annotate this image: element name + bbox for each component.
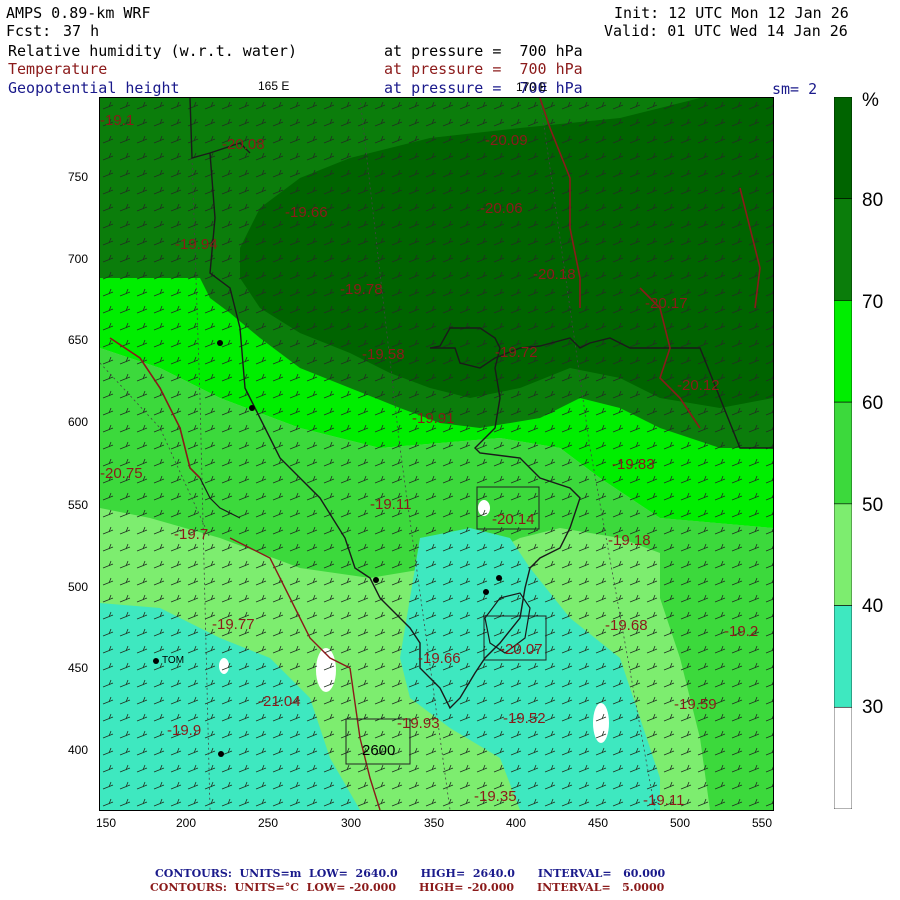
colorbar-band — [834, 401, 852, 505]
temp-label: -20.12 — [677, 377, 720, 394]
temp-label: -19.68 — [605, 617, 648, 634]
field-name-temperature: Temperature — [8, 60, 108, 78]
temp-label: -19.52 — [503, 710, 546, 727]
temp-label: -20.17 — [645, 295, 688, 312]
colorbar-label: 30 — [862, 697, 884, 718]
field-level-height: at pressure = 700 hPa — [384, 79, 583, 97]
field-level-temperature: at pressure = 700 hPa — [384, 60, 583, 78]
x-tick: 500 — [670, 816, 691, 830]
model-title: AMPS 0.89-km WRF — [6, 4, 151, 22]
temp-label: -19.93 — [397, 715, 440, 732]
footer-temperature-contours: CONTOURS: UNITS=°C LOW= -20.000 HIGH= -2… — [150, 881, 665, 894]
x-tick: 350 — [424, 816, 445, 830]
colorbar-label: 50 — [862, 495, 884, 516]
valid-time: Valid: 01 UTC Wed 14 Jan 26 — [604, 22, 848, 40]
station-dot-1 — [217, 340, 223, 346]
temp-label: -19.66 — [285, 204, 328, 221]
temp-label: -20.06 — [480, 200, 523, 217]
y-tick: 500 — [68, 580, 89, 594]
colorbar-band — [834, 300, 852, 403]
temp-label: -19.58 — [362, 346, 405, 363]
temp-label: -21.04 — [258, 693, 301, 710]
colorbar-band — [834, 706, 852, 809]
temp-label: -19.11 — [370, 496, 412, 513]
map-canvas — [100, 98, 773, 810]
temp-label: -19.72 — [495, 344, 538, 361]
x-tick: 300 — [341, 816, 362, 830]
temp-label: -19.2 — [724, 623, 759, 640]
station-label-tom: TOM — [162, 655, 185, 666]
colorbar-label: 60 — [862, 393, 884, 414]
station-dot-4 — [483, 589, 489, 595]
colorbar-band — [834, 605, 852, 708]
field-name-rh: Relative humidity (w.r.t. water) — [8, 42, 297, 60]
colorbar-label: 80 — [862, 190, 884, 211]
temp-label: -19.83 — [612, 456, 655, 473]
colorbar-label: 40 — [862, 596, 884, 617]
y-tick: 750 — [68, 170, 89, 184]
temp-label: -20.09 — [485, 132, 528, 149]
station-dot-2 — [249, 405, 255, 411]
temp-label: -20.14 — [492, 511, 535, 528]
longitude-label-165e: 165 E — [258, 79, 290, 93]
wind-barbs — [100, 98, 773, 810]
x-tick: 250 — [258, 816, 279, 830]
forecast-hour-label: Fcst: — [6, 22, 52, 40]
temp-label: -19.78 — [340, 281, 383, 298]
colorbar-band — [834, 198, 852, 301]
temp-label: -20.08 — [222, 136, 265, 153]
station-dot-3 — [373, 577, 379, 583]
colorbar-unit: % — [862, 90, 879, 111]
y-tick: 450 — [68, 661, 89, 675]
colorbar-band — [834, 97, 852, 200]
colorbar-band — [834, 503, 852, 606]
temp-label: -19.7 — [174, 526, 209, 543]
x-tick: 150 — [96, 816, 117, 830]
temp-label: -19.1 — [100, 112, 135, 129]
station-dot-6 — [218, 751, 224, 757]
init-time: Init: 12 UTC Mon 12 Jan 26 — [614, 4, 849, 22]
temp-label: -20.07 — [500, 641, 543, 658]
station-dot-tom — [153, 658, 159, 664]
footer-height-contours: CONTOURS: UNITS=m LOW= 2640.0 HIGH= 2640… — [155, 867, 666, 880]
temp-label: -19.91 — [412, 410, 455, 427]
colorbar — [834, 97, 852, 809]
temp-label: -19.94 — [175, 236, 218, 253]
y-tick: 400 — [68, 743, 89, 757]
longitude-label-170e: 170 E — [516, 80, 548, 94]
temp-label: -20.75 — [100, 465, 143, 482]
x-tick: 400 — [506, 816, 527, 830]
field-level-rh: at pressure = 700 hPa — [384, 42, 583, 60]
temp-label: -20.18 — [533, 266, 576, 283]
temp-label: -19.59 — [674, 696, 717, 713]
station-dot-5 — [496, 575, 502, 581]
height-label: 2600 — [362, 742, 396, 759]
map-panel[interactable]: -19.1 -20.08 -20.09 -19.66 -20.06 -19.94… — [99, 97, 774, 811]
x-tick: 450 — [588, 816, 609, 830]
colorbar-label: 70 — [862, 292, 884, 313]
y-tick: 550 — [68, 498, 89, 512]
y-tick: 650 — [68, 333, 89, 347]
smoothing-label: sm= 2 — [772, 80, 818, 98]
y-tick: 600 — [68, 415, 89, 429]
temp-label: -19.9 — [167, 722, 202, 739]
temp-label: -19.18 — [608, 532, 651, 549]
field-name-height: Geopotential height — [8, 79, 180, 97]
y-tick: 700 — [68, 252, 89, 266]
temp-label: -19.35 — [474, 788, 517, 805]
temp-label: -19.77 — [212, 616, 255, 633]
forecast-hour: 37 h — [63, 22, 100, 40]
temp-label: -19.11 — [643, 792, 685, 809]
x-tick: 550 — [752, 816, 773, 830]
x-tick: 200 — [176, 816, 197, 830]
temp-label: -19.66 — [418, 650, 461, 667]
